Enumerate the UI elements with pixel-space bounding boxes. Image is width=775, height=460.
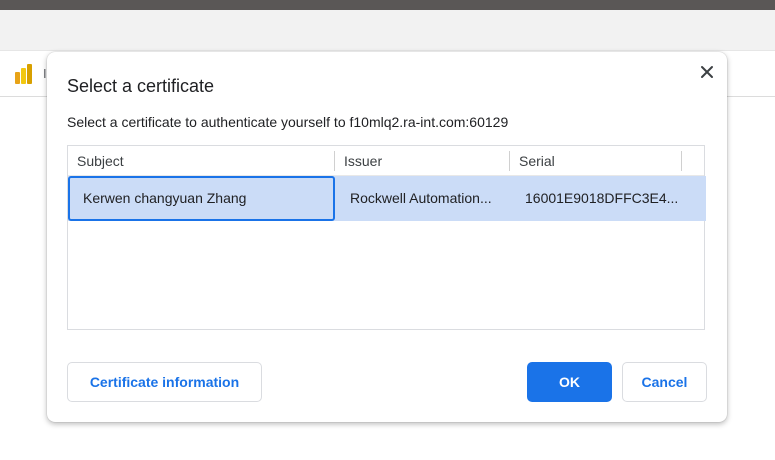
power-bi-icon[interactable] xyxy=(14,63,34,85)
table-header: Subject Issuer Serial xyxy=(68,146,704,176)
cell-issuer: Rockwell Automation... xyxy=(350,190,492,206)
column-header-issuer[interactable]: Issuer xyxy=(344,146,382,175)
column-divider[interactable] xyxy=(334,151,335,171)
certificate-table: Subject Issuer Serial Kerwen changyuan Z… xyxy=(67,145,706,330)
table-row[interactable]: Kerwen changyuan Zhang Rockwell Automati… xyxy=(68,176,706,221)
cancel-button[interactable]: Cancel xyxy=(622,362,707,402)
window-top-bar xyxy=(0,0,775,10)
close-icon[interactable] xyxy=(697,62,717,82)
column-divider[interactable] xyxy=(509,151,510,171)
certificate-information-button[interactable]: Certificate information xyxy=(67,362,262,402)
cell-subject: Kerwen changyuan Zhang xyxy=(83,190,247,206)
column-header-subject[interactable]: Subject xyxy=(77,146,124,175)
certificate-dialog: Select a certificate Select a certificat… xyxy=(47,52,727,422)
dialog-title: Select a certificate xyxy=(67,76,215,96)
column-divider[interactable] xyxy=(681,151,682,171)
column-header-serial[interactable]: Serial xyxy=(519,146,555,175)
dialog-subtitle: Select a certificate to authenticate you… xyxy=(67,114,509,130)
cell-serial: 16001E9018DFFC3E4... xyxy=(525,190,679,206)
ok-button[interactable]: OK xyxy=(527,362,612,402)
browser-toolbar xyxy=(0,10,775,51)
